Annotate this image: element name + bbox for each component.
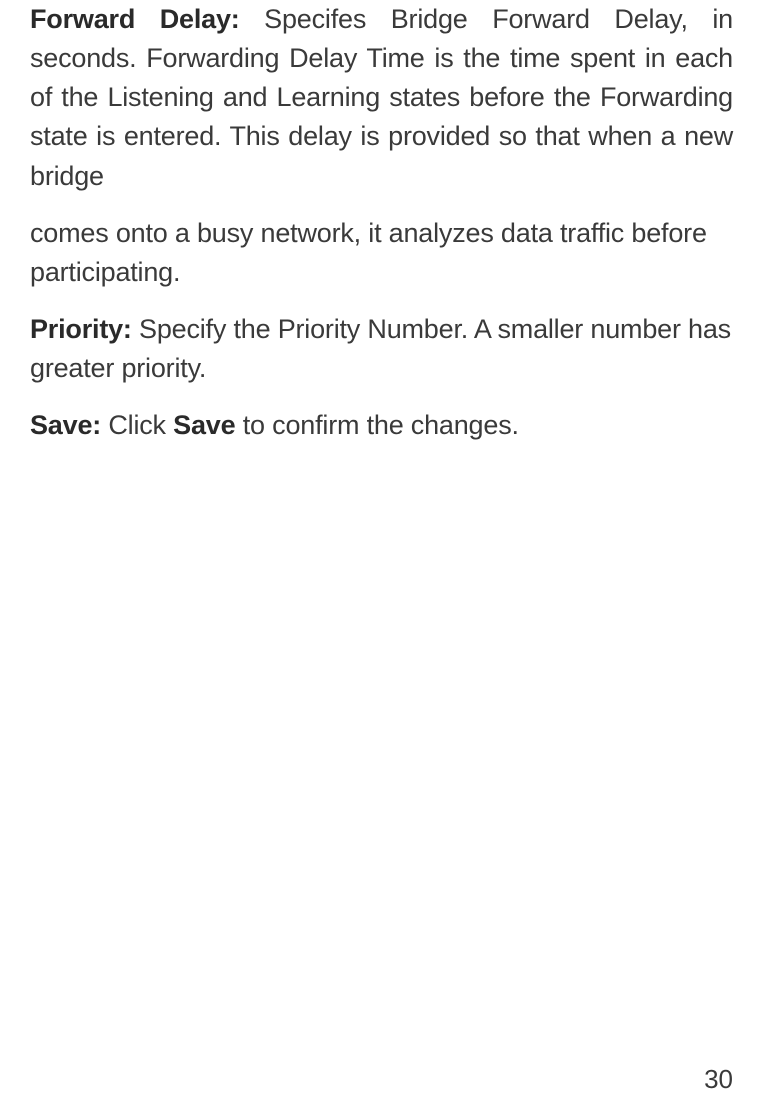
priority-text: Specify the Priority Number. A smaller n… [30,314,731,383]
paragraph-forward-delay: Forward Delay: Specifes Bridge Forward D… [30,0,733,196]
document-content: Forward Delay: Specifes Bridge Forward D… [30,0,733,445]
save-text-before: Click [101,410,173,440]
save-text-after: to confirm the changes. [235,410,518,440]
priority-label: Priority: [30,314,132,344]
paragraph-continuation: comes onto a busy network, it analyzes d… [30,214,733,292]
paragraph-priority: Priority: Specify the Priority Number. A… [30,310,733,388]
page-number: 30 [704,1064,733,1095]
paragraph-save: Save: Click Save to confirm the changes. [30,406,733,445]
save-label: Save: [30,410,101,440]
forward-delay-label: Forward Delay: [30,4,240,34]
save-bold-word: Save [173,410,235,440]
continuation-text: comes onto a busy network, it analyzes d… [30,218,707,287]
